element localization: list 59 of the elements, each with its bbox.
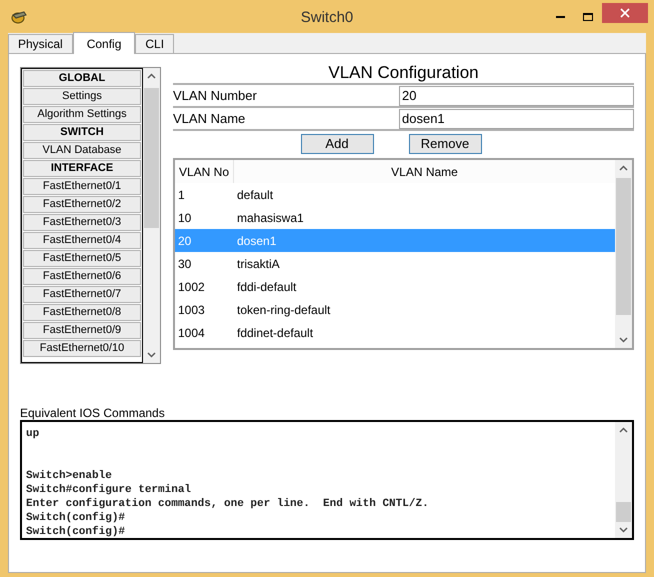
- sidebar-item[interactable]: FastEthernet0/4: [23, 232, 141, 249]
- window-title: Switch0: [300, 8, 354, 28]
- scrollbar-thumb[interactable]: [616, 502, 631, 522]
- tab[interactable]: CLI: [135, 34, 174, 53]
- sidebar-item[interactable]: FastEthernet0/9: [23, 322, 141, 339]
- table-cell-text: 30: [177, 256, 192, 272]
- sidebar-item[interactable]: FastEthernet0/10: [23, 340, 141, 357]
- sidebar-item[interactable]: FastEthernet0/6: [23, 268, 141, 285]
- sidebar-header[interactable]: GLOBAL: [23, 70, 141, 87]
- table-cell-text: 1002: [177, 278, 206, 296]
- scroll-down-icon[interactable]: [147, 352, 156, 358]
- scrollbar-thumb[interactable]: [616, 178, 631, 315]
- console-label: Equivalent IOS Commands: [20, 406, 166, 420]
- field-label: VLAN Name: [173, 110, 246, 128]
- sidebar-item[interactable]: Algorithm Settings: [23, 106, 141, 123]
- scrollbar[interactable]: [143, 68, 160, 363]
- table-cell-text: 10: [177, 210, 192, 226]
- scroll-up-icon[interactable]: [619, 427, 628, 433]
- table-cell-text: 1003: [177, 302, 206, 318]
- table-cell-text: 20: [177, 232, 192, 250]
- sidebar-item[interactable]: FastEthernet0/8: [23, 304, 141, 321]
- switch-icon: [10, 8, 28, 24]
- input-field[interactable]: 20: [399, 86, 634, 106]
- column-header[interactable]: VLAN Name: [234, 160, 615, 183]
- sidebar-item[interactable]: FastEthernet0/2: [23, 196, 141, 213]
- sidebar-header[interactable]: SWITCH: [23, 124, 141, 141]
- sidebar-item[interactable]: VLAN Database: [23, 142, 141, 159]
- scroll-down-icon[interactable]: [619, 527, 628, 533]
- table-cell-text: 1004: [177, 324, 206, 342]
- table-cell-text: token-ring-default: [236, 302, 332, 318]
- sidebar-item[interactable]: FastEthernet0/5: [23, 250, 141, 267]
- scroll-up-icon[interactable]: [619, 165, 628, 171]
- console-output: up Switch>enable Switch#configure terminal Enter configuration commands, one per line. End with CNTL/Z. Switch(config)# Switch(config)#: [25, 427, 430, 538]
- scrollbar[interactable]: [615, 160, 632, 348]
- tab[interactable]: Config: [72, 32, 136, 54]
- scroll-down-icon[interactable]: [619, 337, 628, 343]
- action-button[interactable]: Add: [300, 134, 374, 154]
- scroll-up-icon[interactable]: [147, 73, 156, 79]
- sidebar-item[interactable]: FastEthernet0/1: [23, 178, 141, 195]
- scrollbar[interactable]: [615, 422, 632, 538]
- panel-title: VLAN Configuration: [173, 63, 634, 85]
- table-cell-text: dosen1: [236, 232, 278, 250]
- sidebar-item[interactable]: Settings: [23, 88, 141, 105]
- close-icon: [620, 8, 630, 18]
- table-cell-text: 1: [177, 186, 186, 204]
- input-field[interactable]: dosen1: [399, 108, 634, 128]
- table-cell-text: fddinet-default: [236, 324, 314, 342]
- table-cell-text: mahasiswa1: [236, 210, 305, 226]
- table-cell-text: trisaktiA: [236, 256, 281, 272]
- table-cell-text: fddi-default: [236, 278, 298, 296]
- action-button[interactable]: Remove: [408, 134, 482, 154]
- close-button[interactable]: [602, 2, 648, 22]
- tab[interactable]: Physical: [8, 34, 73, 53]
- field-label: VLAN Number: [173, 86, 258, 105]
- sidebar-item[interactable]: FastEthernet0/3: [23, 214, 141, 231]
- sidebar-header[interactable]: INTERFACE: [23, 160, 141, 177]
- scrollbar-thumb[interactable]: [144, 88, 159, 228]
- table-cell-text: default: [236, 186, 274, 204]
- sidebar-item[interactable]: FastEthernet0/7: [23, 286, 141, 303]
